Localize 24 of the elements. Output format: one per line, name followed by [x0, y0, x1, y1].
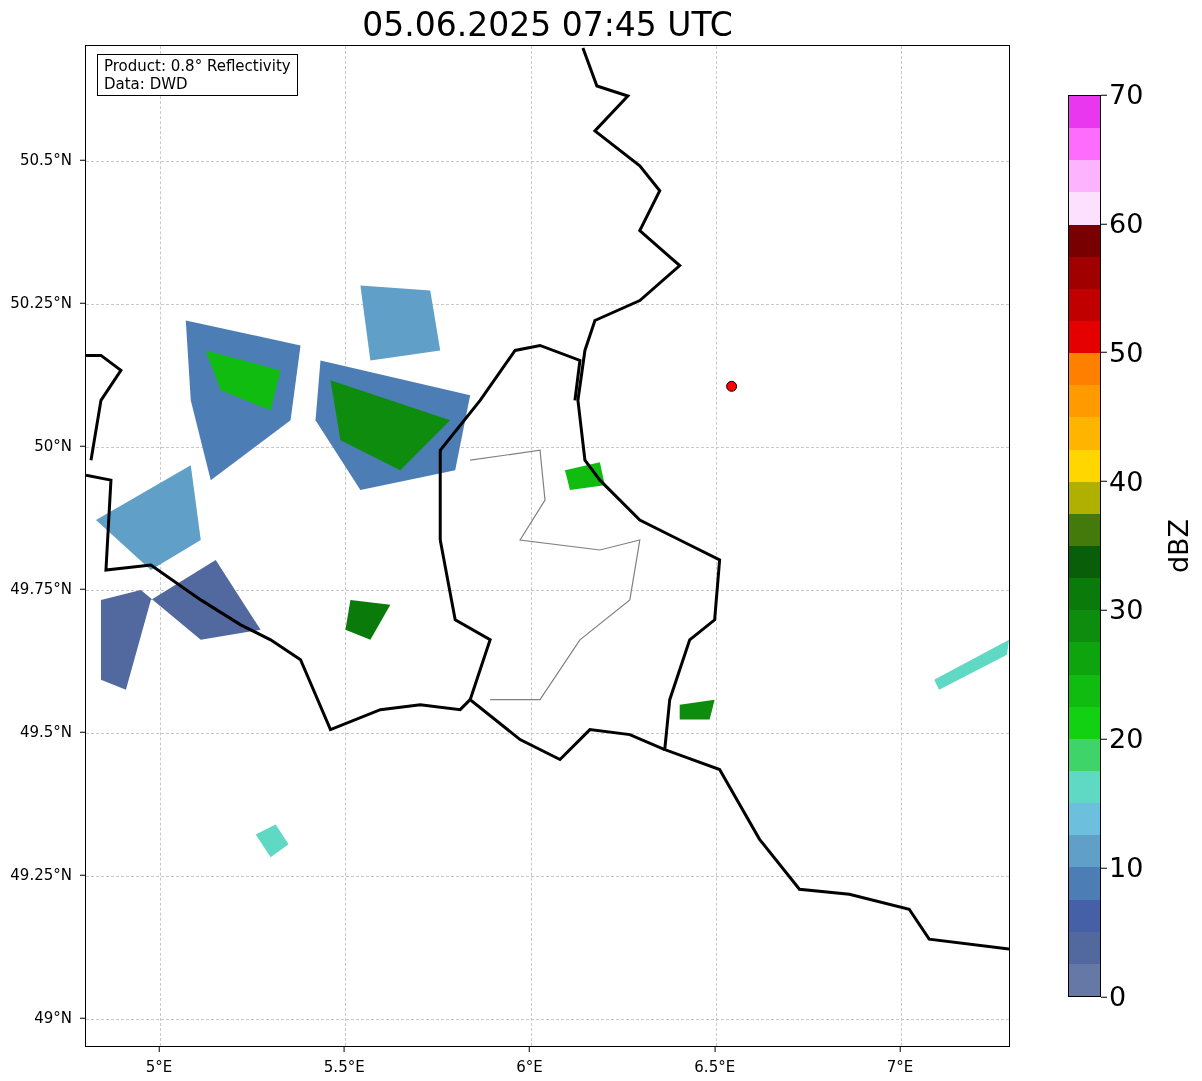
colorbar-tick-label: 40	[1109, 464, 1144, 499]
colorbar-tick-label: 0	[1109, 979, 1127, 1014]
colorbar-tick-label: 30	[1109, 593, 1144, 628]
axis-tick-label: 5°E	[145, 1057, 173, 1078]
axis-tick-label: 50°N	[34, 435, 72, 457]
axis-tick-label: 49.75°N	[10, 578, 72, 600]
axis-tick-label: 7°E	[886, 1057, 914, 1078]
colorbar-tick-label: 60	[1109, 206, 1144, 241]
colorbar-label: dBZ	[1162, 518, 1195, 574]
colorbar-tick-label: 20	[1109, 722, 1144, 757]
chart-title: 05.06.2025 07:45 UTC	[362, 5, 733, 45]
axis-tick-label: 6.5°E	[694, 1057, 736, 1078]
axis-tick-label: 49.25°N	[10, 864, 72, 886]
colorbar-tick-label: 10	[1109, 850, 1144, 885]
legend-text: Data: DWD	[104, 75, 189, 93]
axis-tick-label: 49°N	[34, 1007, 72, 1029]
axis-tick-label: 5.5°E	[323, 1057, 365, 1078]
colorbar-tick-label: 70	[1109, 77, 1144, 112]
colorbar-tick-label: 50	[1109, 335, 1144, 370]
legend-text: Product: 0.8° Reflectivity	[104, 57, 291, 75]
axis-tick-label: 50.25°N	[10, 292, 72, 314]
axis-tick-label: 6°E	[516, 1057, 543, 1078]
axis-tick-label: 50.5°N	[19, 149, 72, 171]
axis-tick-label: 49.5°N	[19, 721, 72, 743]
